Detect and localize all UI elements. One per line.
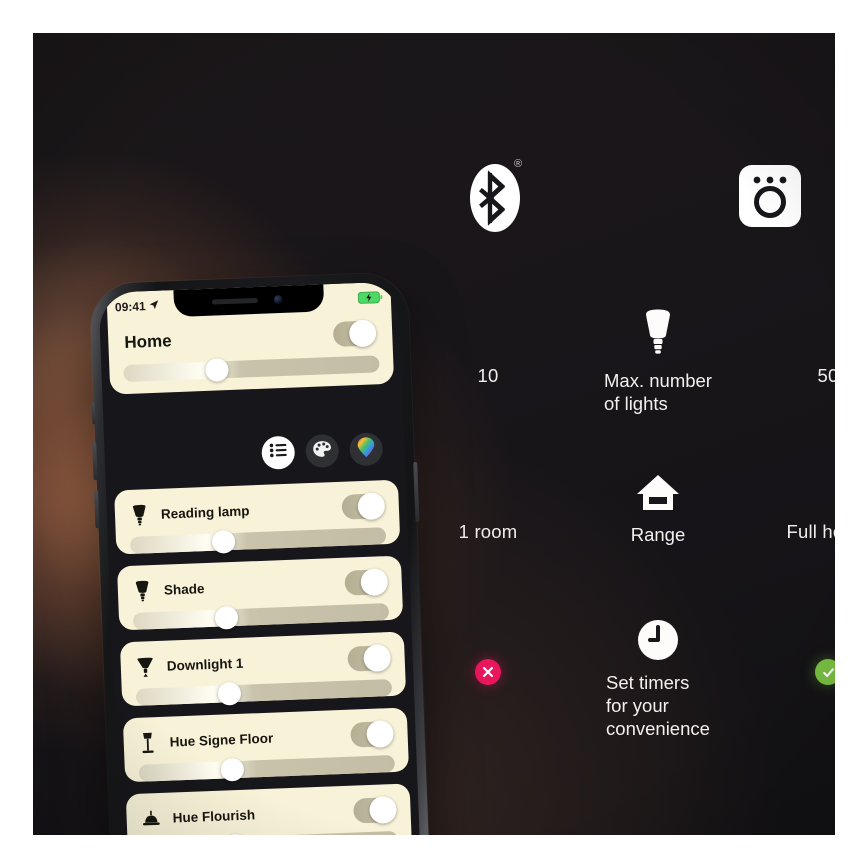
- row2-caption-line1: Range: [630, 524, 686, 545]
- light-slider-knob[interactable]: [214, 605, 239, 630]
- pendant-lamp-icon: [140, 807, 161, 830]
- volume-down-button[interactable]: [94, 490, 100, 529]
- light-toggle-knob: [360, 568, 389, 597]
- tab-color-view[interactable]: [349, 432, 384, 467]
- light-toggle-knob: [357, 492, 386, 521]
- location-arrow-icon: [148, 299, 159, 313]
- row2-right-value: Full home: [786, 521, 835, 542]
- light-toggle[interactable]: [341, 492, 386, 521]
- color-picker-icon: [356, 436, 376, 463]
- light-name: Hue Signe Floor: [169, 730, 274, 750]
- bluetooth-icon: [470, 161, 520, 235]
- spot-bulb-icon: [129, 504, 150, 527]
- light-bulb-icon: [641, 309, 675, 364]
- phone-mockup: Home 09:41 Reading lamp Shade Downlight …: [89, 272, 443, 835]
- row3-left-badge-wrap: [413, 619, 563, 685]
- light-toggle[interactable]: [353, 795, 398, 824]
- comparison-row-timers: Set timers for your convenience: [413, 619, 835, 741]
- light-slider-knob[interactable]: [217, 681, 242, 706]
- row2-caption: Range: [631, 524, 686, 547]
- registered-trademark-symbol: ®: [514, 158, 523, 170]
- cross-badge-icon: [475, 659, 501, 685]
- list-item[interactable]: Hue Flourish: [125, 783, 412, 835]
- phone-screen: Home 09:41 Reading lamp Shade Downlight …: [98, 281, 421, 835]
- light-list: Reading lamp Shade Downlight 1 Hue Signe…: [114, 479, 412, 835]
- light-slider-knob[interactable]: [211, 529, 236, 554]
- home-title: Home: [123, 330, 172, 352]
- status-bar-time: 09:41: [114, 299, 146, 315]
- house-icon: [635, 473, 681, 518]
- light-name: Hue Flourish: [172, 807, 256, 826]
- row2-center: Range: [563, 473, 753, 547]
- light-name: Downlight 1: [166, 655, 244, 674]
- row1-caption-line2: of lights: [604, 392, 668, 414]
- light-row-header: Hue Flourish: [126, 785, 412, 835]
- row1-caption: Max. number of lights: [604, 370, 712, 416]
- list-item[interactable]: Hue Signe Floor: [122, 707, 410, 783]
- phone-body: Home 09:41 Reading lamp Shade Downlight …: [89, 272, 431, 835]
- row1-caption-line1: Max. number: [604, 370, 712, 391]
- tab-list-view[interactable]: [261, 435, 296, 470]
- light-toggle[interactable]: [344, 568, 389, 597]
- row3-caption: Set timers for your convenience: [606, 672, 710, 741]
- light-name: Shade: [163, 581, 205, 598]
- row1-left-value: 10: [477, 365, 499, 386]
- comparison-row-range: 1 room Range Full home: [413, 473, 835, 547]
- row3-center: Set timers for your convenience: [563, 619, 753, 741]
- spot-bulb-icon: [132, 580, 153, 603]
- list-item[interactable]: Downlight 1: [119, 631, 407, 707]
- home-slider-knob[interactable]: [204, 358, 229, 382]
- power-button[interactable]: [413, 461, 420, 522]
- status-bar-time-group: 09:41: [114, 299, 159, 315]
- home-toggle[interactable]: [332, 319, 377, 348]
- light-toggle-knob: [363, 644, 392, 673]
- row3-caption-line1: Set timers: [606, 672, 690, 693]
- row1-right-value: 50: [817, 365, 836, 386]
- row2-left-value: 1 room: [458, 521, 518, 542]
- tab-scenes-view[interactable]: [305, 433, 340, 469]
- poster-canvas: ® 10 Max. number of lights 50 1 room Ran…: [33, 33, 835, 835]
- row3-caption-line2: for your: [606, 694, 669, 716]
- light-toggle[interactable]: [350, 719, 395, 749]
- downlight-icon: [134, 656, 155, 679]
- mute-switch-button[interactable]: [91, 402, 96, 425]
- list-icon: [269, 443, 287, 463]
- clock-icon: [637, 619, 679, 666]
- list-item[interactable]: Reading lamp: [114, 479, 401, 555]
- palette-icon: [312, 440, 332, 463]
- home-toggle-knob: [348, 319, 377, 348]
- volume-up-button[interactable]: [92, 442, 98, 481]
- front-camera-icon: [273, 294, 284, 305]
- hue-bridge-icon: [739, 165, 801, 227]
- light-name: Reading lamp: [160, 503, 250, 522]
- row3-right-badge-wrap: [753, 619, 835, 685]
- row3-caption-line3: convenience: [606, 717, 710, 739]
- view-mode-tabs: [104, 431, 405, 475]
- earpiece-speaker: [211, 297, 258, 305]
- floor-lamp-icon: [137, 732, 158, 755]
- light-toggle-knob: [366, 719, 395, 749]
- light-toggle[interactable]: [347, 644, 392, 673]
- list-item[interactable]: Shade: [116, 555, 404, 631]
- comparison-row-max-lights: 10 Max. number of lights 50: [413, 309, 835, 416]
- light-toggle-knob: [369, 795, 398, 824]
- battery-charging-icon: [357, 291, 383, 304]
- check-badge-icon: [815, 659, 835, 685]
- light-slider-knob[interactable]: [220, 757, 245, 782]
- row1-center: Max. number of lights: [563, 309, 753, 416]
- phone-notch: [173, 284, 325, 318]
